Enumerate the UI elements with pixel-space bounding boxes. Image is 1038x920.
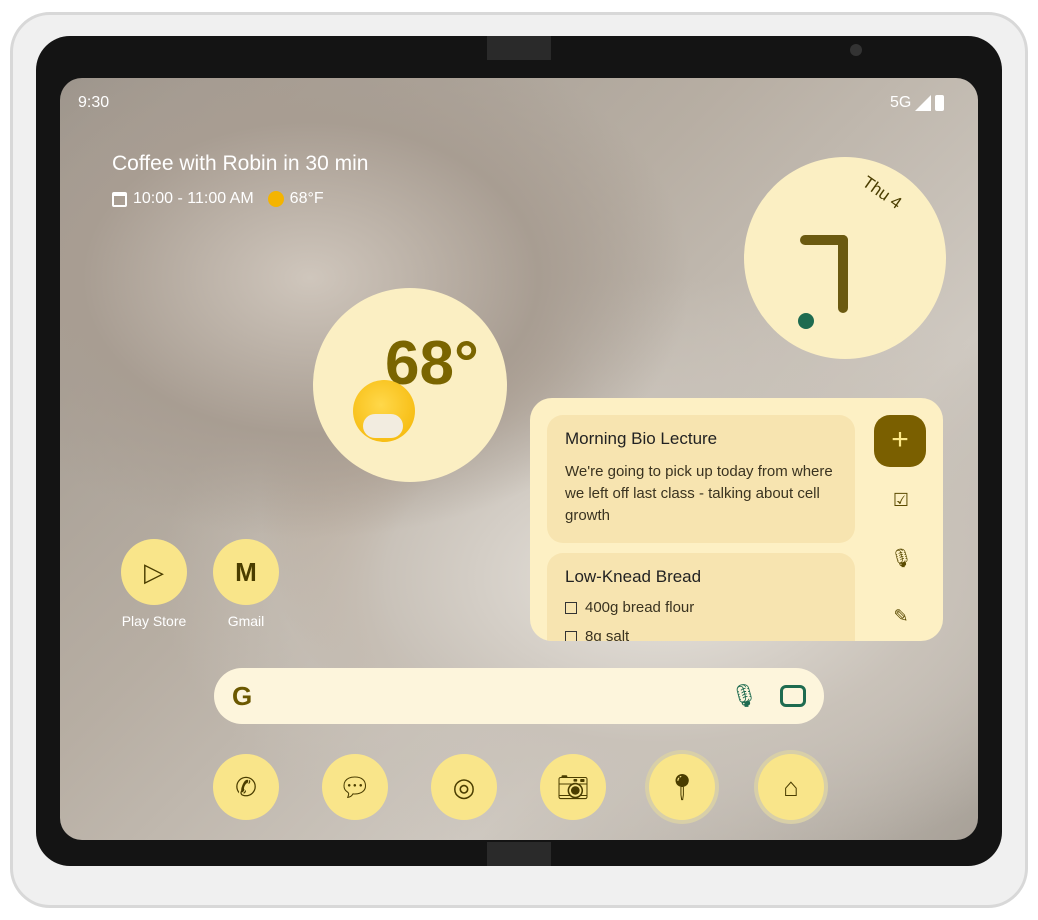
maps-icon[interactable]: 📍︎	[649, 754, 715, 820]
home-screen: 9:30 5G Coffee with Robin in 30 min 10:0…	[60, 78, 978, 840]
at-a-glance-details[interactable]: 10:00 - 11:00 AM 68°F	[112, 190, 324, 208]
add-note-button[interactable]: +	[874, 415, 926, 467]
microphone-icon[interactable]: 🎙︎	[730, 683, 758, 709]
weather-widget[interactable]: 68°	[313, 288, 507, 482]
minute-hand	[838, 235, 848, 313]
hinge-top	[487, 36, 551, 60]
phone-icon[interactable]: ✆	[213, 754, 279, 820]
messages-icon[interactable]: 💬︎	[322, 754, 388, 820]
note-title: Morning Bio Lecture	[565, 429, 718, 448]
clock-date: Thu 4	[858, 172, 906, 213]
hinge-bottom	[487, 842, 551, 866]
search-bar[interactable]: G 🎙︎	[214, 668, 824, 724]
cloud-icon	[363, 414, 403, 438]
home-icon[interactable]: ⌂	[758, 754, 824, 820]
brush-icon[interactable]: ✎	[890, 606, 912, 627]
battery-icon	[935, 95, 945, 111]
weather-temp: 68°F	[289, 190, 324, 207]
lens-camera-icon[interactable]	[780, 685, 806, 707]
app-label: Gmail	[227, 613, 265, 629]
network-label: 5G	[890, 94, 912, 111]
note-title: Low-Knead Bread	[565, 567, 702, 586]
calendar-icon	[112, 191, 127, 207]
app-play-store[interactable]: ▷ Play Store	[104, 539, 204, 629]
dock: ✆ 💬︎ ◎ 📷︎ 📍︎ ⌂	[213, 754, 824, 820]
camera-icon[interactable]: 📷︎	[540, 754, 606, 820]
clock-widget[interactable]: Thu 4	[750, 163, 940, 353]
app-gmail[interactable]: M Gmail	[196, 539, 296, 629]
status-time: 9:30	[78, 94, 110, 111]
keep-notes-widget: Morning Bio Lecture We're going to pick …	[530, 398, 943, 641]
checkbox-icon[interactable]	[565, 601, 577, 614]
checklist-text: 400g bread flour	[585, 599, 695, 616]
microphone-icon[interactable]: 🎙︎	[890, 548, 913, 569]
event-time: 10:00 - 11:00 AM	[133, 190, 254, 207]
new-list-icon[interactable]: ☑	[890, 490, 912, 511]
checklist-item[interactable]: 400g bread flour	[565, 599, 837, 616]
checkbox-icon[interactable]	[565, 630, 577, 641]
signal-icon	[915, 95, 932, 111]
note-body: We're going to pick up today from where …	[565, 463, 833, 524]
checklist-text: 8g salt	[585, 628, 630, 641]
status-icons: 5G	[890, 94, 945, 112]
checklist-item[interactable]: 8g salt	[565, 628, 837, 641]
sun-icon	[267, 191, 284, 207]
google-logo-icon: G	[232, 680, 253, 711]
at-a-glance-title[interactable]: Coffee with Robin in 30 min	[112, 152, 368, 176]
gmail-icon: M	[213, 539, 279, 605]
app-label: Play Store	[121, 613, 187, 629]
play-store-icon: ▷	[121, 539, 187, 605]
front-camera	[850, 44, 862, 56]
note-card[interactable]: Morning Bio Lecture We're going to pick …	[547, 415, 855, 543]
note-card[interactable]: Low-Knead Bread 400g bread flour 8g salt	[547, 553, 855, 641]
second-dot	[798, 313, 814, 329]
chrome-icon[interactable]: ◎	[431, 754, 497, 820]
